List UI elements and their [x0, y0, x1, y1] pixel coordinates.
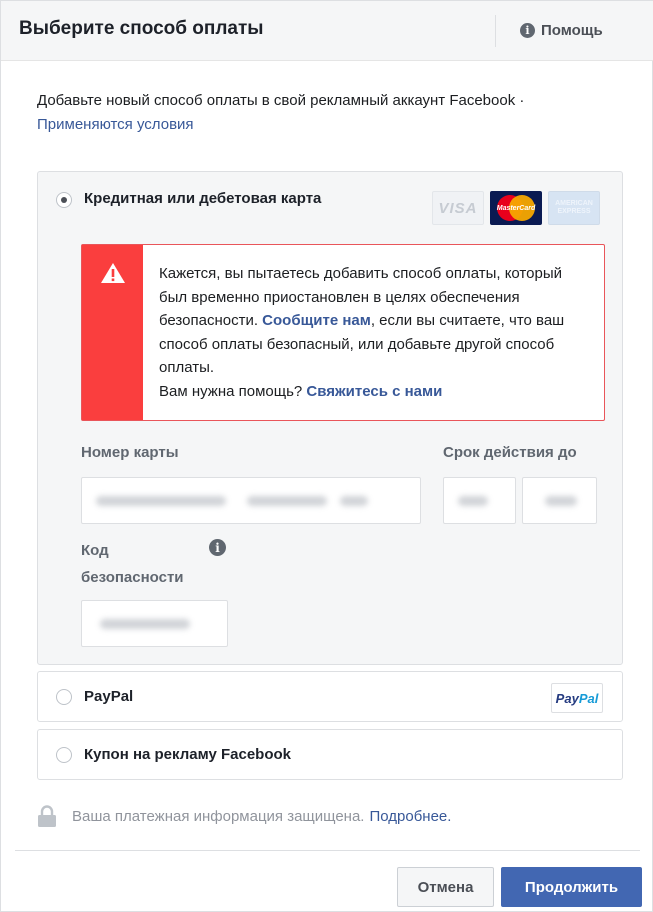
visa-logo: VISA [432, 191, 484, 225]
security-code-label: Код безопасности [81, 537, 184, 591]
alert-help-question: Вам нужна помощь? [159, 383, 307, 400]
info-icon: i [520, 23, 535, 38]
intro-description: Добавьте новый способ оплаты в свой рекл… [37, 92, 525, 109]
header-divider [495, 15, 496, 47]
expiry-label: Срок действия до [443, 444, 577, 461]
card-payment-option: Кредитная или дебетовая карта VISA Maste… [37, 171, 623, 665]
coupon-payment-option[interactable]: Купон на рекламу Facebook [37, 729, 623, 780]
dialog-header: Выберите способ оплаты i Помощь [1, 1, 653, 61]
security-note: Ваша платежная информация защищена. Подр… [37, 805, 451, 827]
lock-icon [38, 805, 56, 827]
expiry-year-input[interactable] [522, 477, 597, 524]
security-code-label-line2: безопасности [81, 569, 184, 586]
alert-sidebar [82, 245, 143, 420]
alert-message: Кажется, вы пытаетесь добавить способ оп… [159, 262, 589, 380]
card-option-label[interactable]: Кредитная или дебетовая карта [84, 190, 321, 207]
security-code-info-icon[interactable]: i [209, 539, 226, 556]
amex-logo: AMERICAN EXPRESS [548, 191, 600, 225]
paypal-logo-part2: Pal [578, 690, 599, 706]
mastercard-logo-text: MasterCard [496, 204, 536, 212]
cancel-button[interactable]: Отмена [397, 867, 494, 907]
warning-icon [101, 263, 125, 283]
card-number-label: Номер карты [81, 444, 179, 461]
security-alert: Кажется, вы пытаетесь добавить способ оп… [81, 244, 605, 421]
alert-help-line: Вам нужна помощь? Свяжитесь с нами [159, 383, 442, 400]
help-label: Помощь [541, 22, 603, 39]
dialog-title: Выберите способ оплаты [19, 18, 264, 39]
card-number-input[interactable] [81, 477, 421, 524]
coupon-option-label[interactable]: Купон на рекламу Facebook [84, 746, 291, 763]
expiry-month-input[interactable] [443, 477, 516, 524]
help-button[interactable]: i Помощь [520, 22, 603, 39]
learn-more-link[interactable]: Подробнее. [369, 808, 451, 825]
mastercard-logo: MasterCard [490, 191, 542, 225]
security-code-label-line1: Код [81, 542, 109, 559]
payment-method-dialog: Выберите способ оплаты i Помощь Добавьте… [0, 0, 653, 912]
coupon-radio[interactable] [56, 747, 72, 763]
card-logos: VISA MasterCard AMERICAN EXPRESS [432, 191, 600, 225]
paypal-radio[interactable] [56, 689, 72, 705]
contact-us-link[interactable]: Свяжитесь с нами [306, 383, 442, 400]
paypal-payment-option[interactable]: PayPal Pay Pal [37, 671, 623, 722]
terms-link[interactable]: Применяются условия [37, 116, 194, 133]
report-link[interactable]: Сообщите нам [262, 312, 371, 329]
paypal-logo: Pay Pal [551, 683, 603, 713]
intro-text: Добавьте новый способ оплаты в свой рекл… [37, 89, 627, 137]
footer-divider [15, 850, 640, 851]
security-note-text: Ваша платежная информация защищена. [72, 807, 365, 825]
paypal-logo-part1: Pay [555, 690, 579, 706]
continue-button[interactable]: Продолжить [501, 867, 642, 907]
security-code-input[interactable] [81, 600, 228, 647]
card-radio[interactable] [56, 192, 72, 208]
paypal-option-label[interactable]: PayPal [84, 688, 133, 705]
